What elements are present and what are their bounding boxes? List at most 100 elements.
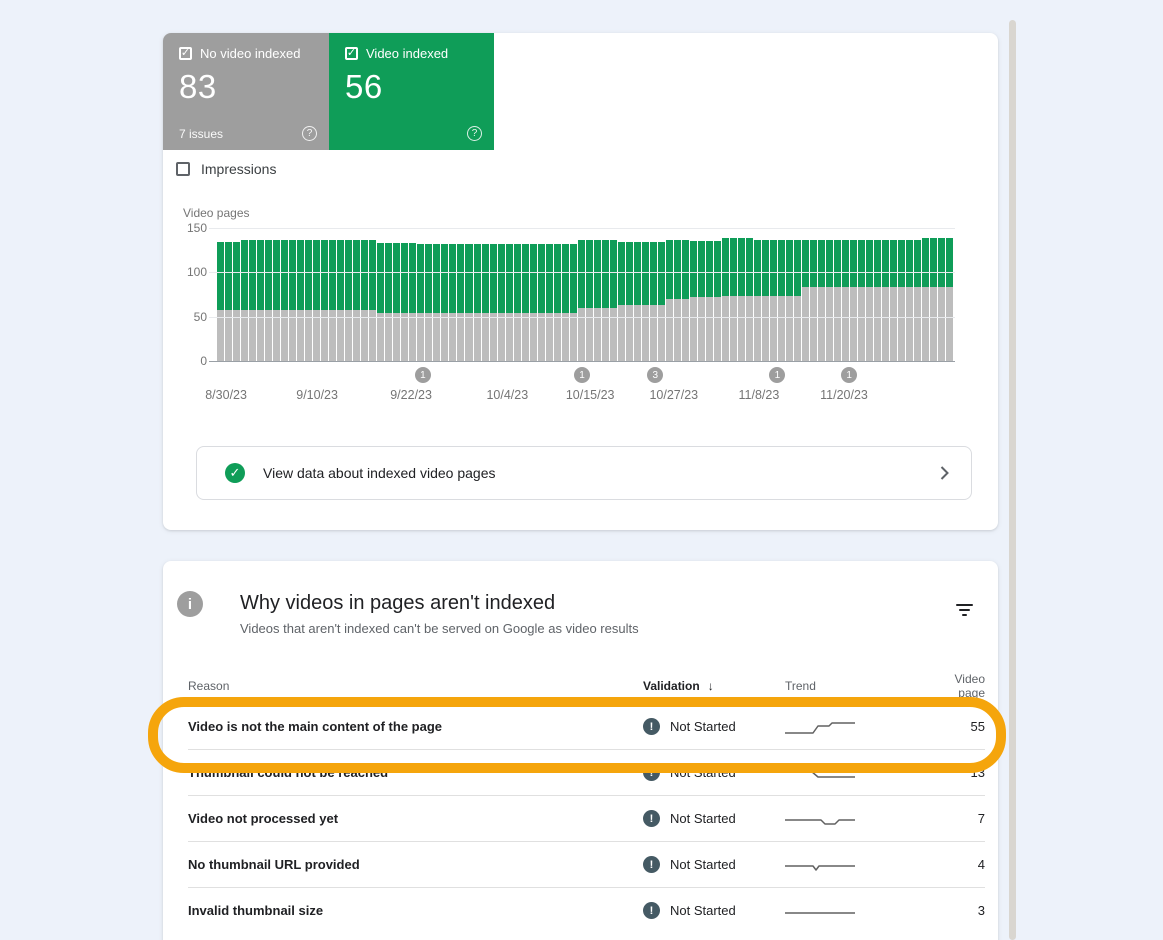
stacked-bar[interactable]	[441, 228, 448, 361]
stacked-bar[interactable]	[233, 228, 240, 361]
stacked-bar[interactable]	[682, 228, 689, 361]
stacked-bar[interactable]	[401, 228, 408, 361]
annotation-marker[interactable]: 1	[841, 367, 857, 383]
stacked-bar[interactable]	[313, 228, 320, 361]
stacked-bar[interactable]	[674, 228, 681, 361]
stacked-bar[interactable]	[898, 228, 905, 361]
stacked-bar[interactable]	[610, 228, 617, 361]
stacked-bar[interactable]	[650, 228, 657, 361]
stacked-bar[interactable]	[746, 228, 753, 361]
checkbox-no-video-indexed[interactable]: ✓	[179, 47, 192, 60]
stacked-bar[interactable]	[706, 228, 713, 361]
stacked-bar[interactable]	[249, 228, 256, 361]
stacked-bar[interactable]	[490, 228, 497, 361]
column-header-validation[interactable]: Validation ↓	[643, 679, 785, 693]
stacked-bar[interactable]	[586, 228, 593, 361]
stacked-bar[interactable]	[882, 228, 889, 361]
stacked-bar[interactable]	[666, 228, 673, 361]
stacked-bar[interactable]	[826, 228, 833, 361]
stacked-bar[interactable]	[425, 228, 432, 361]
issue-row[interactable]: Video is not the main content of the pag…	[188, 703, 985, 749]
stacked-bar[interactable]	[538, 228, 545, 361]
annotation-marker[interactable]: 1	[769, 367, 785, 383]
stacked-bar[interactable]	[690, 228, 697, 361]
stacked-bar[interactable]	[257, 228, 264, 361]
issue-row[interactable]: Thumbnail could not be reached ! Not Sta…	[188, 749, 985, 795]
stacked-bar[interactable]	[810, 228, 817, 361]
stacked-bar[interactable]	[834, 228, 841, 361]
issue-reason[interactable]: Video is not the main content of the pag…	[188, 719, 643, 734]
column-header-video-page[interactable]: Video page	[925, 672, 985, 700]
column-header-reason[interactable]: Reason	[188, 679, 643, 693]
annotation-marker[interactable]: 1	[415, 367, 431, 383]
stacked-bar[interactable]	[618, 228, 625, 361]
stacked-bar[interactable]	[530, 228, 537, 361]
stacked-bar[interactable]	[818, 228, 825, 361]
stacked-bar[interactable]	[474, 228, 481, 361]
stacked-bar[interactable]	[770, 228, 777, 361]
issue-reason[interactable]: Invalid thumbnail size	[188, 903, 643, 918]
stacked-bar[interactable]	[578, 228, 585, 361]
stacked-bar[interactable]	[409, 228, 416, 361]
stacked-bar[interactable]	[377, 228, 384, 361]
stacked-bar[interactable]	[393, 228, 400, 361]
stacked-bar[interactable]	[634, 228, 641, 361]
column-header-trend[interactable]: Trend	[785, 679, 925, 693]
stacked-bar[interactable]	[321, 228, 328, 361]
stacked-bar[interactable]	[289, 228, 296, 361]
help-icon[interactable]: ?	[467, 126, 482, 141]
filter-icon[interactable]	[951, 599, 977, 621]
stacked-bar[interactable]	[858, 228, 865, 361]
stacked-bar[interactable]	[329, 228, 336, 361]
stacked-bar[interactable]	[754, 228, 761, 361]
stacked-bar[interactable]	[602, 228, 609, 361]
stacked-bar[interactable]	[762, 228, 769, 361]
issue-row[interactable]: No thumbnail URL provided ! Not Started …	[188, 841, 985, 887]
stacked-bar[interactable]	[714, 228, 721, 361]
issue-row[interactable]: Invalid thumbnail size ! Not Started 3	[188, 887, 985, 933]
stacked-bar[interactable]	[482, 228, 489, 361]
impressions-toggle[interactable]: Impressions	[176, 161, 276, 177]
stacked-bar[interactable]	[938, 228, 945, 361]
stacked-bar[interactable]	[369, 228, 376, 361]
stacked-bar[interactable]	[433, 228, 440, 361]
stacked-bar[interactable]	[946, 228, 953, 361]
stacked-bar[interactable]	[514, 228, 521, 361]
checkbox-video-indexed[interactable]: ✓	[345, 47, 358, 60]
stacked-bar[interactable]	[914, 228, 921, 361]
issue-reason[interactable]: No thumbnail URL provided	[188, 857, 643, 872]
stacked-bar[interactable]	[786, 228, 793, 361]
stacked-bar[interactable]	[802, 228, 809, 361]
stacked-bar[interactable]	[794, 228, 801, 361]
stacked-bar[interactable]	[273, 228, 280, 361]
stacked-bar[interactable]	[353, 228, 360, 361]
stacked-bar[interactable]	[465, 228, 472, 361]
stacked-bar[interactable]	[217, 228, 224, 361]
stacked-bar[interactable]	[698, 228, 705, 361]
stacked-bar[interactable]	[361, 228, 368, 361]
stacked-bar[interactable]	[930, 228, 937, 361]
stacked-bar[interactable]	[778, 228, 785, 361]
stacked-bar[interactable]	[522, 228, 529, 361]
stacked-bar[interactable]	[562, 228, 569, 361]
stacked-bar[interactable]	[457, 228, 464, 361]
stacked-bar[interactable]	[922, 228, 929, 361]
vertical-scrollbar[interactable]	[1009, 20, 1016, 940]
stacked-bar[interactable]	[546, 228, 553, 361]
stacked-bar[interactable]	[722, 228, 729, 361]
stacked-bar[interactable]	[305, 228, 312, 361]
stacked-bar[interactable]	[241, 228, 248, 361]
issue-reason[interactable]: Video not processed yet	[188, 811, 643, 826]
stacked-bar[interactable]	[570, 228, 577, 361]
stacked-bar[interactable]	[890, 228, 897, 361]
stacked-bar[interactable]	[345, 228, 352, 361]
help-icon[interactable]: ?	[302, 126, 317, 141]
annotation-marker[interactable]: 3	[647, 367, 663, 383]
stacked-bar[interactable]	[265, 228, 272, 361]
view-data-banner[interactable]: ✓ View data about indexed video pages	[196, 446, 972, 500]
stacked-bar[interactable]	[866, 228, 873, 361]
annotation-marker[interactable]: 1	[574, 367, 590, 383]
stacked-bar[interactable]	[594, 228, 601, 361]
stacked-bar[interactable]	[554, 228, 561, 361]
stacked-bar[interactable]	[906, 228, 913, 361]
